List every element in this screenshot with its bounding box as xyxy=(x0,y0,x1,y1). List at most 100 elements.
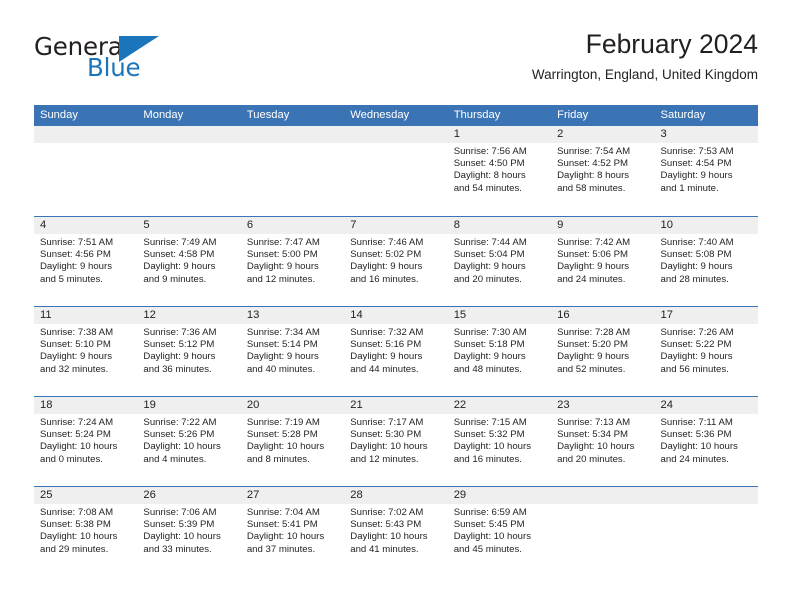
day-number: 14 xyxy=(350,309,363,321)
day-cell[interactable]: 5 Sunrise: 7:49 AM Sunset: 4:58 PM Dayli… xyxy=(137,217,241,306)
sunset-text: Sunset: 5:18 PM xyxy=(453,339,525,351)
day-cell[interactable]: 6 Sunrise: 7:47 AM Sunset: 5:00 PM Dayli… xyxy=(240,217,345,306)
day-details: Sunrise: 7:17 AM Sunset: 5:30 PM Dayligh… xyxy=(344,414,447,466)
day-details: Sunrise: 7:56 AM Sunset: 4:50 PM Dayligh… xyxy=(448,143,551,195)
day-cell[interactable]: 22 Sunrise: 7:15 AM Sunset: 5:32 PM Dayl… xyxy=(447,397,552,486)
day-cell[interactable]: 25 Sunrise: 7:08 AM Sunset: 5:38 PM Dayl… xyxy=(34,487,138,576)
day-details: Sunrise: 7:02 AM Sunset: 5:43 PM Dayligh… xyxy=(344,504,447,556)
day-cell[interactable]: 27 Sunrise: 7:04 AM Sunset: 5:41 PM Dayl… xyxy=(240,487,345,576)
day-cell[interactable]: 23 Sunrise: 7:13 AM Sunset: 5:34 PM Dayl… xyxy=(551,397,655,486)
day-number-band: 4 xyxy=(34,217,138,234)
daylight-text-line1: Daylight: 9 hours xyxy=(660,261,733,273)
day-number: 3 xyxy=(660,128,667,140)
day-details: Sunrise: 7:44 AM Sunset: 5:04 PM Dayligh… xyxy=(448,234,551,286)
daylight-text-line2: and 32 minutes. xyxy=(40,363,109,375)
daylight-text-line1: Daylight: 10 hours xyxy=(246,441,325,453)
daylight-text-line1: Daylight: 9 hours xyxy=(350,351,423,363)
sunset-text: Sunset: 5:04 PM xyxy=(453,249,525,261)
sunset-text: Sunset: 5:36 PM xyxy=(660,429,732,441)
day-number: 8 xyxy=(453,219,460,231)
day-number: 2 xyxy=(557,128,564,140)
daylight-text-line2: and 40 minutes. xyxy=(246,363,316,375)
day-cell xyxy=(344,126,448,216)
day-number-band: 5 xyxy=(137,217,241,234)
sunrise-text: Sunrise: 7:47 AM xyxy=(246,237,320,248)
sunrise-text: Sunrise: 7:54 AM xyxy=(557,146,631,157)
daylight-text-line1: Daylight: 9 hours xyxy=(143,261,216,273)
sunrise-text: Sunrise: 7:17 AM xyxy=(350,417,424,428)
day-cell[interactable]: 17 Sunrise: 7:26 AM Sunset: 5:22 PM Dayl… xyxy=(654,307,758,396)
day-number-band: 19 xyxy=(137,397,241,414)
day-cell[interactable]: 12 Sunrise: 7:36 AM Sunset: 5:12 PM Dayl… xyxy=(137,307,241,396)
daylight-text-line2: and 54 minutes. xyxy=(453,182,522,194)
daylight-text-line2: and 20 minutes. xyxy=(453,273,522,285)
sunset-text: Sunset: 5:28 PM xyxy=(246,429,318,441)
sunset-text: Sunset: 5:38 PM xyxy=(40,519,111,531)
day-cell[interactable]: 7 Sunrise: 7:46 AM Sunset: 5:02 PM Dayli… xyxy=(344,217,448,306)
daylight-text-line1: Daylight: 10 hours xyxy=(40,441,118,453)
day-details: Sunrise: 7:42 AM Sunset: 5:06 PM Dayligh… xyxy=(551,234,654,286)
sunrise-text: Sunrise: 7:30 AM xyxy=(453,327,527,338)
day-cell[interactable]: 9 Sunrise: 7:42 AM Sunset: 5:06 PM Dayli… xyxy=(551,217,655,306)
day-number: 28 xyxy=(350,489,363,501)
week-row: 18 Sunrise: 7:24 AM Sunset: 5:24 PM Dayl… xyxy=(34,396,758,486)
sunrise-text: Sunrise: 7:13 AM xyxy=(557,417,631,428)
daylight-text-line2: and 45 minutes. xyxy=(453,543,522,555)
sunrise-text: Sunrise: 7:24 AM xyxy=(40,417,114,428)
sunset-text: Sunset: 5:22 PM xyxy=(660,339,732,351)
day-cell[interactable]: 16 Sunrise: 7:28 AM Sunset: 5:20 PM Dayl… xyxy=(551,307,655,396)
daylight-text-line2: and 8 minutes. xyxy=(246,453,310,465)
sunrise-text: Sunrise: 7:06 AM xyxy=(143,507,217,518)
day-cell[interactable]: 3 Sunrise: 7:53 AM Sunset: 4:54 PM Dayli… xyxy=(654,126,758,216)
weekday-header-wednesday: Wednesday xyxy=(350,109,410,121)
brand-logo[interactable]: General Blue xyxy=(34,34,264,90)
day-cell[interactable]: 2 Sunrise: 7:54 AM Sunset: 4:52 PM Dayli… xyxy=(551,126,655,216)
daylight-text-line1: Daylight: 9 hours xyxy=(660,170,733,182)
sunrise-text: Sunrise: 7:04 AM xyxy=(246,507,320,518)
day-details: Sunrise: 7:40 AM Sunset: 5:08 PM Dayligh… xyxy=(655,234,758,286)
day-details: Sunrise: 7:36 AM Sunset: 5:12 PM Dayligh… xyxy=(137,324,240,376)
day-cell[interactable]: 20 Sunrise: 7:19 AM Sunset: 5:28 PM Dayl… xyxy=(240,397,345,486)
day-cell[interactable]: 29 Sunrise: 6:59 AM Sunset: 5:45 PM Dayl… xyxy=(447,487,552,576)
daylight-text-line2: and 29 minutes. xyxy=(40,543,109,555)
day-cell[interactable]: 11 Sunrise: 7:38 AM Sunset: 5:10 PM Dayl… xyxy=(34,307,138,396)
day-cell[interactable]: 18 Sunrise: 7:24 AM Sunset: 5:24 PM Dayl… xyxy=(34,397,138,486)
day-cell[interactable]: 10 Sunrise: 7:40 AM Sunset: 5:08 PM Dayl… xyxy=(654,217,758,306)
daylight-text-line2: and 24 minutes. xyxy=(660,453,729,465)
day-cell[interactable]: 26 Sunrise: 7:06 AM Sunset: 5:39 PM Dayl… xyxy=(137,487,241,576)
day-cell[interactable]: 28 Sunrise: 7:02 AM Sunset: 5:43 PM Dayl… xyxy=(344,487,448,576)
day-number-band: 28 xyxy=(344,487,448,504)
day-details: Sunrise: 7:26 AM Sunset: 5:22 PM Dayligh… xyxy=(655,324,758,376)
day-cell[interactable]: 15 Sunrise: 7:30 AM Sunset: 5:18 PM Dayl… xyxy=(447,307,552,396)
day-number: 15 xyxy=(453,309,467,321)
daylight-text-line2: and 41 minutes. xyxy=(350,543,419,555)
day-cell[interactable]: 19 Sunrise: 7:22 AM Sunset: 5:26 PM Dayl… xyxy=(137,397,241,486)
sunrise-text: Sunrise: 7:28 AM xyxy=(557,327,631,338)
day-number: 9 xyxy=(557,219,564,231)
day-details: Sunrise: 7:28 AM Sunset: 5:20 PM Dayligh… xyxy=(551,324,654,376)
sunrise-text: Sunrise: 7:42 AM xyxy=(557,237,631,248)
day-number-band: 8 xyxy=(447,217,552,234)
day-cell[interactable]: 14 Sunrise: 7:32 AM Sunset: 5:16 PM Dayl… xyxy=(344,307,448,396)
day-cell[interactable]: 4 Sunrise: 7:51 AM Sunset: 4:56 PM Dayli… xyxy=(34,217,138,306)
day-cell[interactable]: 21 Sunrise: 7:17 AM Sunset: 5:30 PM Dayl… xyxy=(344,397,448,486)
day-number-band: 6 xyxy=(240,217,345,234)
day-details: Sunrise: 7:47 AM Sunset: 5:00 PM Dayligh… xyxy=(241,234,344,286)
sunrise-text: Sunrise: 7:38 AM xyxy=(40,327,114,338)
sunrise-text: Sunrise: 7:46 AM xyxy=(350,237,424,248)
day-cell[interactable]: 1 Sunrise: 7:56 AM Sunset: 4:50 PM Dayli… xyxy=(447,126,552,216)
daylight-text-line2: and 58 minutes. xyxy=(557,182,626,194)
day-details: Sunrise: 7:38 AM Sunset: 5:10 PM Dayligh… xyxy=(34,324,137,376)
daylight-text-line2: and 5 minutes. xyxy=(40,273,103,285)
day-cell[interactable]: 24 Sunrise: 7:11 AM Sunset: 5:36 PM Dayl… xyxy=(654,397,758,486)
day-cell[interactable]: 13 Sunrise: 7:34 AM Sunset: 5:14 PM Dayl… xyxy=(240,307,345,396)
day-number-band: 15 xyxy=(447,307,552,324)
day-cell[interactable]: 8 Sunrise: 7:44 AM Sunset: 5:04 PM Dayli… xyxy=(447,217,552,306)
calendar-page: General Blue February 2024 Warrington, E… xyxy=(0,0,792,612)
sunrise-text: Sunrise: 7:22 AM xyxy=(143,417,217,428)
day-number-band xyxy=(654,487,758,504)
weekday-header-monday: Monday xyxy=(143,109,184,121)
sunrise-text: Sunrise: 7:08 AM xyxy=(40,507,114,518)
daylight-text-line2: and 37 minutes. xyxy=(246,543,316,555)
day-details: Sunrise: 7:32 AM Sunset: 5:16 PM Dayligh… xyxy=(344,324,447,376)
